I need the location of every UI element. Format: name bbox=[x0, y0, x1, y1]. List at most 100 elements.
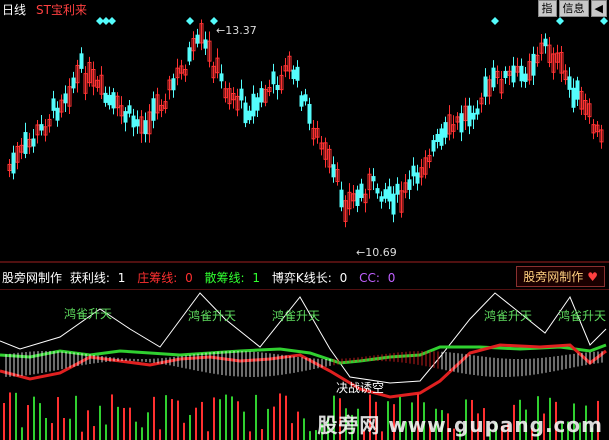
candle-body bbox=[291, 69, 296, 80]
legend-retail: 散筹线: 1 bbox=[204, 271, 261, 285]
candle-body bbox=[303, 94, 308, 102]
candle-body bbox=[103, 92, 108, 103]
indicator-button[interactable]: 指 bbox=[537, 0, 557, 17]
signal-down: 决战诱空 bbox=[336, 381, 385, 395]
candle-body bbox=[475, 108, 480, 115]
candle-body bbox=[247, 110, 252, 121]
stock-name: ST宝利来 bbox=[36, 3, 87, 17]
candle-body bbox=[575, 80, 580, 100]
legend-game-k: 博弈K线长: 0 bbox=[271, 271, 348, 285]
candle-body bbox=[331, 164, 336, 178]
candle-body bbox=[259, 88, 264, 103]
legend-profit: 获利线: 1 bbox=[69, 271, 126, 285]
candle-body bbox=[55, 107, 60, 121]
candle-body bbox=[243, 102, 248, 124]
candle-body bbox=[171, 78, 176, 91]
indicator-header: 股旁网制作 获利线: 1 庄筹线: 0 散筹线: 1 博弈K线长: 0 CC: … bbox=[0, 263, 609, 289]
signal-diamond bbox=[600, 17, 608, 25]
candle-body bbox=[431, 140, 436, 152]
candle-body bbox=[483, 76, 488, 97]
candle-body bbox=[107, 94, 112, 106]
candlestick-chart[interactable] bbox=[0, 0, 609, 263]
candle-body bbox=[355, 189, 360, 206]
price-panel[interactable]: 日线 ST宝利来 指 信息 ◀ ←13.37 ←10.69 bbox=[0, 0, 609, 263]
watermark: 股旁网 www.gupang.com bbox=[317, 413, 603, 437]
candle-body bbox=[239, 88, 244, 101]
candle-body bbox=[411, 165, 416, 177]
candle-body bbox=[31, 138, 36, 147]
candle-body bbox=[151, 98, 156, 121]
candle-body bbox=[371, 176, 376, 182]
candle-body bbox=[519, 65, 524, 82]
candle-body bbox=[307, 103, 312, 124]
candle-body bbox=[571, 87, 576, 108]
candle-body bbox=[111, 92, 116, 109]
signal-diamond bbox=[491, 17, 499, 25]
heart-icon: ♥ bbox=[587, 270, 598, 284]
candle-body bbox=[255, 97, 260, 111]
candle-body bbox=[143, 120, 148, 135]
signal-up-3: 鸿雀升天 bbox=[272, 309, 321, 323]
legend-dealer: 庄筹线: 0 bbox=[137, 271, 193, 285]
candle-body bbox=[359, 183, 364, 199]
candle-body bbox=[203, 39, 208, 49]
candle-body bbox=[71, 77, 76, 89]
candle-body bbox=[195, 34, 200, 44]
candle-body bbox=[471, 112, 476, 120]
top-toolbar: 指 信息 ◀ bbox=[537, 0, 607, 17]
indicator-panel[interactable]: 鸿雀升天 鸿雀升天 鸿雀升天 鸿雀升天 鸿雀升天 决战诱空 股旁网 www.gu… bbox=[0, 289, 609, 440]
candle-body bbox=[415, 172, 420, 184]
candle-body bbox=[467, 105, 472, 127]
signal-up-5: 鸿雀升天 bbox=[558, 309, 607, 323]
candle-body bbox=[275, 84, 280, 91]
candle-body bbox=[135, 119, 140, 127]
collapse-button[interactable]: ◀ bbox=[590, 0, 607, 17]
high-price-label: ←13.37 bbox=[216, 24, 257, 37]
low-price-label: ←10.69 bbox=[356, 246, 397, 259]
candle-body bbox=[387, 186, 392, 202]
candle-body bbox=[11, 152, 16, 174]
info-button[interactable]: 信息 bbox=[558, 0, 589, 17]
candle-body bbox=[523, 73, 528, 82]
candle-body bbox=[251, 93, 256, 117]
candle-body bbox=[439, 128, 444, 146]
candle-body bbox=[39, 124, 44, 131]
candle-body bbox=[295, 66, 300, 81]
candle-body bbox=[339, 189, 344, 208]
candle-body bbox=[131, 115, 136, 128]
candle-body bbox=[459, 113, 464, 133]
candle-body bbox=[391, 193, 396, 215]
candle-body bbox=[491, 67, 496, 88]
candle-body bbox=[443, 122, 448, 138]
candle-body bbox=[299, 95, 304, 107]
candle-body bbox=[407, 179, 412, 190]
indicator-select-button[interactable]: 股旁网制作 ♥ bbox=[516, 266, 605, 287]
signal-up-2: 鸿雀升天 bbox=[188, 309, 237, 323]
candle-body bbox=[395, 183, 400, 195]
signal-diamond bbox=[186, 17, 194, 25]
candle-body bbox=[187, 47, 192, 62]
candle-body bbox=[435, 133, 440, 143]
signal-diamond bbox=[556, 17, 564, 25]
signal-diamond bbox=[108, 17, 116, 25]
legend-cc: CC: 0 bbox=[359, 271, 396, 285]
candle-body bbox=[543, 38, 548, 47]
candle-body bbox=[511, 65, 516, 83]
retail-line bbox=[0, 343, 607, 365]
candle-body bbox=[23, 132, 28, 154]
candle-body bbox=[51, 98, 56, 111]
signal-up-4: 鸿雀升天 bbox=[484, 309, 533, 323]
indicator-name: 股旁网制作 bbox=[2, 271, 63, 285]
candle-body bbox=[567, 76, 572, 90]
indicator-legend: 股旁网制作 获利线: 1 庄筹线: 0 散筹线: 1 博弈K线长: 0 CC: … bbox=[2, 269, 403, 286]
candle-body bbox=[63, 93, 68, 104]
candle-body bbox=[127, 105, 132, 114]
candle-body bbox=[123, 111, 128, 123]
candle-body bbox=[219, 73, 224, 82]
candle-body bbox=[379, 196, 384, 202]
candle-body bbox=[79, 53, 84, 69]
candle-body bbox=[503, 70, 508, 79]
candle-body bbox=[383, 189, 388, 199]
candle-body bbox=[531, 53, 536, 76]
candle-body bbox=[375, 188, 380, 194]
